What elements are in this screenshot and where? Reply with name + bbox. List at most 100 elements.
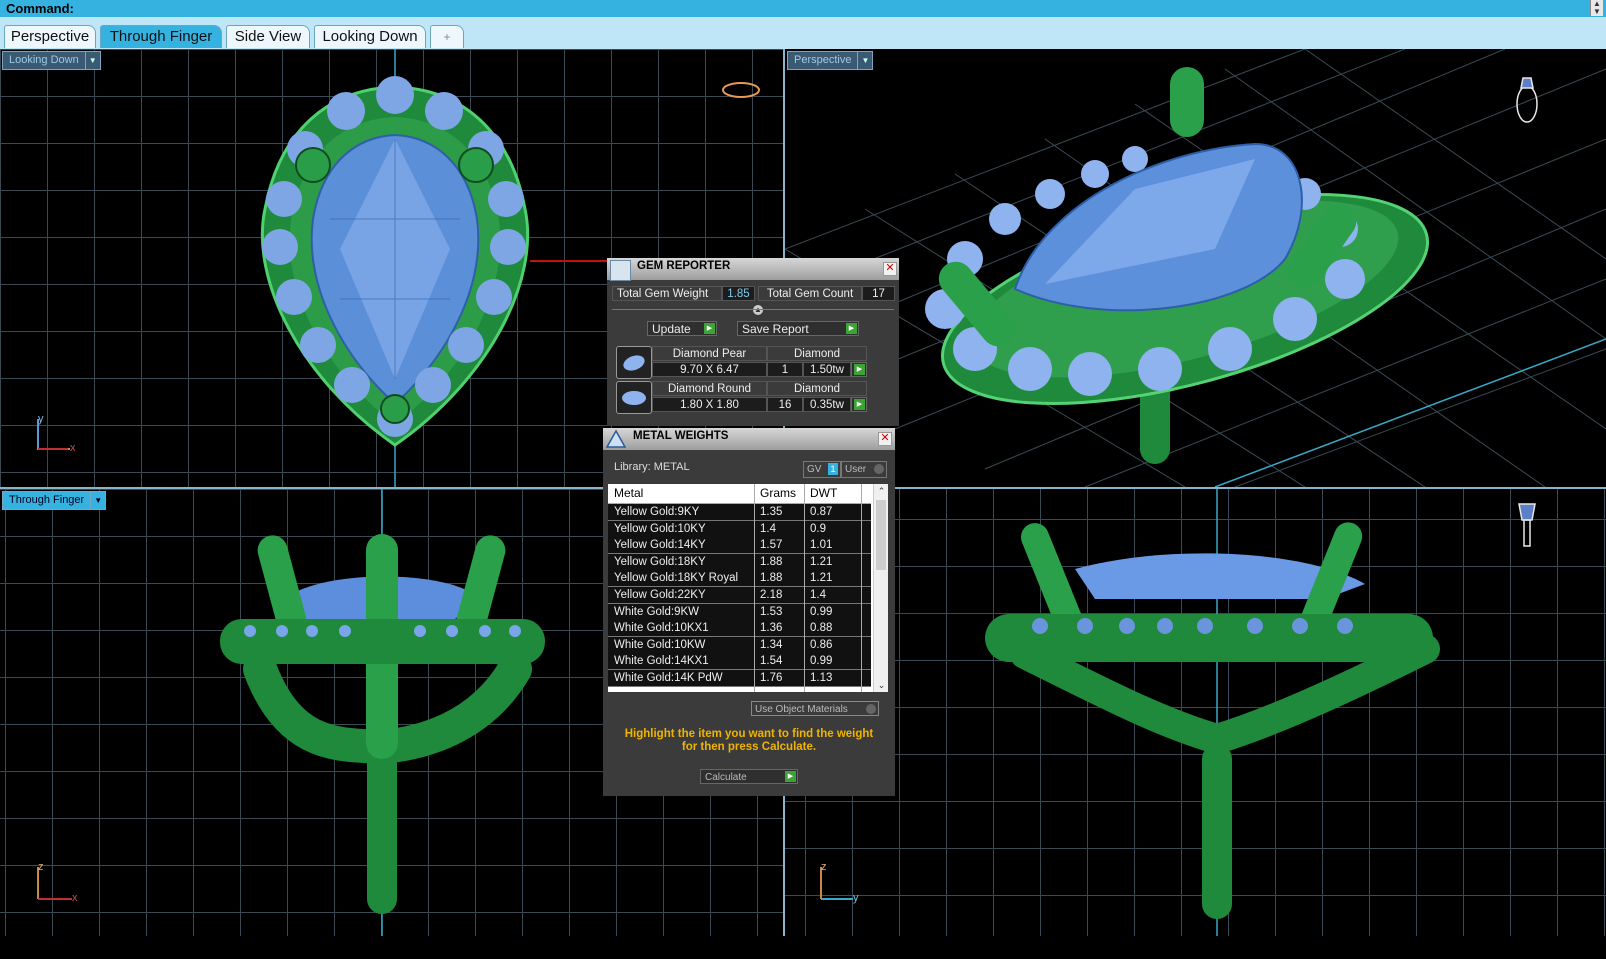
update-label: Update (652, 322, 691, 336)
viewport-label-looking-down[interactable]: Looking Down ▼ (2, 51, 101, 70)
metal-table[interactable]: Metal Grams DWT Yellow Gold:9KY 1.35 0.87 Y… (608, 484, 888, 692)
gem-row-go-button[interactable]: ▶ (851, 362, 867, 377)
table-row[interactable]: White Gold:10KX1 1.36 0.88 (608, 620, 871, 638)
gem-weight: 1.50tw (803, 362, 851, 377)
play-icon: ▶ (704, 323, 715, 334)
cell-grams: 1.36 (760, 622, 783, 635)
cell-metal: Yellow Gold:9KY (614, 506, 700, 518)
gem-material: Diamond (767, 381, 867, 396)
metal-weights-panel: METAL WEIGHTS ✕ Library: METAL GV 1 User… (603, 428, 895, 796)
table-row[interactable]: White Gold:10KW 1.34 0.86 (608, 636, 871, 654)
play-icon: ▶ (854, 364, 865, 375)
table-row[interactable]: Yellow Gold:14KY 1.57 1.01 (608, 537, 871, 555)
command-label: Command: (6, 1, 74, 16)
table-row[interactable]: White Gold:14K PdW 1.76 1.13 (608, 670, 871, 687)
gem-row-go-button[interactable]: ▶ (851, 397, 867, 412)
status-strip (0, 936, 1606, 959)
cell-metal: Yellow Gold:18KY Royal (614, 572, 739, 585)
viewport-label-text: Through Finger (9, 494, 85, 506)
table-row[interactable]: Yellow Gold:18KY 1.88 1.21 (608, 553, 871, 571)
collapse-icon[interactable]: ▲ (753, 305, 763, 315)
table-row[interactable]: Yellow Gold:18KY Royal 1.88 1.21 (608, 570, 871, 588)
axis-y-label: y (38, 413, 44, 425)
user-label: User (845, 464, 867, 475)
radio-icon (874, 464, 884, 474)
viewport-side-view[interactable]: z y (785, 489, 1606, 936)
table-row[interactable]: White Gold:9KW 1.53 0.99 (608, 603, 871, 621)
metal-weights-titlebar[interactable]: METAL WEIGHTS ✕ (603, 428, 895, 450)
close-icon[interactable]: ✕ (883, 262, 897, 276)
viewport-label-through-finger[interactable]: Through Finger ▼ (2, 491, 107, 510)
table-row[interactable]: White Gold:14KX1 1.54 0.99 (608, 653, 871, 671)
add-tab-button[interactable]: + (430, 25, 464, 48)
column-metal: Metal (614, 486, 644, 500)
gem-reporter-panel: GEM REPORTER ✕ Total Gem Weight 1.85 Tot… (607, 258, 899, 426)
play-icon: ▶ (846, 323, 857, 334)
gem-size: 9.70 X 6.47 (652, 362, 767, 377)
divider (612, 309, 894, 310)
metal-table-header: Metal Grams DWT (608, 484, 871, 504)
radio-icon (866, 704, 876, 714)
cell-metal: White Gold:10KW (614, 638, 706, 651)
user-toggle[interactable]: User (841, 461, 887, 478)
cell-dwt: 0.9 (810, 522, 826, 535)
use-object-materials-toggle[interactable]: Use Object Materials (751, 701, 879, 716)
perspective-grid (785, 49, 1606, 487)
axis-x-label: x (70, 442, 76, 454)
scroll-down-icon[interactable]: ⌄ (874, 678, 888, 692)
use-object-materials-label: Use Object Materials (755, 704, 848, 715)
total-gem-weight-value: 1.85 (722, 286, 755, 301)
viewport-label-perspective[interactable]: Perspective ▼ (787, 51, 874, 70)
pear-gem-icon (616, 346, 652, 379)
orientation-cube-icon[interactable] (1520, 64, 1550, 109)
cell-metal: Yellow Gold:22KY (614, 589, 706, 601)
library-label: Library: METAL (614, 461, 690, 473)
tab-side-view[interactable]: Side View (226, 25, 310, 48)
cell-dwt: 1.4 (810, 589, 826, 601)
column-grams: Grams (760, 486, 796, 500)
gem-reporter-titlebar[interactable]: GEM REPORTER ✕ (607, 258, 899, 281)
metal-table-scrollbar[interactable]: ⌃ ⌄ (873, 484, 888, 692)
cell-grams: 1.57 (760, 539, 783, 552)
scroll-thumb[interactable] (876, 500, 886, 570)
calculate-button[interactable]: Calculate ▶ (700, 769, 798, 784)
axis-y-label: y (853, 892, 859, 904)
gv-badge: 1 (828, 463, 838, 475)
table-row[interactable]: Yellow Gold:10KY 1.4 0.9 (608, 520, 871, 538)
gv-toggle[interactable]: GV 1 (803, 461, 841, 478)
save-report-label: Save Report (742, 322, 809, 336)
gem-shape: Diamond Pear (652, 346, 767, 361)
save-report-button[interactable]: Save Report ▶ (737, 321, 859, 336)
axis-z-label: z (821, 861, 827, 873)
cell-metal: White Gold:10KX1 (614, 622, 709, 635)
cell-grams: 1.54 (760, 655, 783, 668)
cell-dwt: 1.13 (810, 672, 833, 684)
table-row[interactable]: Yellow Gold:9KY 1.35 0.87 (608, 504, 871, 521)
cell-dwt: 1.01 (810, 539, 833, 552)
cell-grams: 1.34 (760, 638, 783, 651)
close-icon[interactable]: ✕ (878, 432, 892, 446)
cell-dwt: 0.86 (810, 638, 833, 651)
cell-metal: White Gold:14KX1 (614, 655, 709, 668)
tab-through-finger[interactable]: Through Finger (100, 25, 222, 48)
metal-weights-title: METAL WEIGHTS (633, 430, 729, 442)
column-divider (804, 484, 805, 692)
table-row[interactable]: Yellow Gold:22KY 2.18 1.4 (608, 587, 871, 604)
cell-dwt: 0.88 (810, 622, 833, 635)
gem-count: 1 (767, 362, 803, 377)
command-scroll[interactable]: ▲ ▼ (1590, 0, 1603, 16)
tab-looking-down[interactable]: Looking Down (314, 25, 426, 48)
chevron-down-icon[interactable]: ▼ (90, 491, 107, 510)
tab-perspective[interactable]: Perspective (4, 25, 96, 48)
update-button[interactable]: Update ▶ (647, 321, 717, 336)
gem-weight: 0.35tw (803, 397, 851, 412)
chevron-down-icon[interactable]: ▼ (84, 51, 101, 70)
chevron-down-icon[interactable]: ▼ (857, 51, 874, 70)
viewport-perspective[interactable]: Perspective ▼ (785, 49, 1606, 487)
cell-grams: 1.4 (760, 522, 776, 535)
column-dwt: DWT (810, 486, 838, 500)
cell-dwt: 1.21 (810, 572, 833, 585)
cell-grams: 2.18 (760, 589, 783, 601)
scroll-up-icon[interactable]: ⌃ (874, 484, 888, 498)
command-bar[interactable]: Command: ▲ ▼ (0, 0, 1606, 17)
